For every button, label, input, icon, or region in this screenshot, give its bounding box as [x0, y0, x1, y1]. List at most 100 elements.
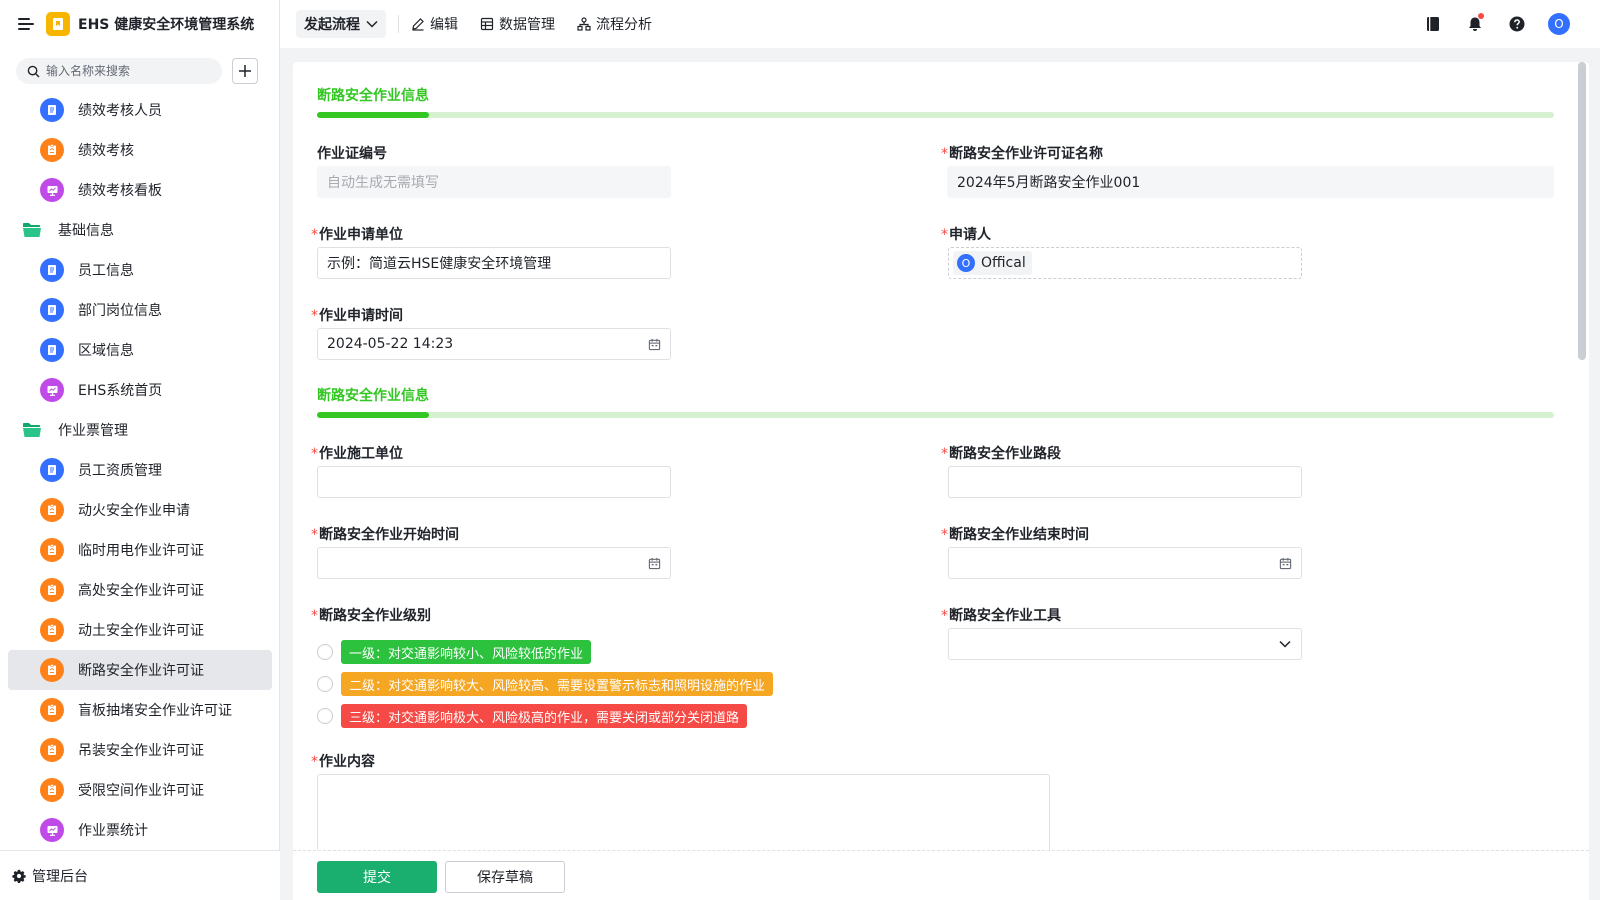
save-draft-button[interactable]: 保存草稿 [445, 861, 565, 893]
sidebar-item[interactable]: 绩效考核 [8, 130, 272, 170]
sidebar-item[interactable]: EHS系统首页 [8, 370, 272, 410]
process-analysis-button[interactable]: 流程分析 [577, 14, 652, 34]
level-option[interactable]: 二级：对交通影响较大、风险较高、需要设置警示标志和照明设施的作业 [317, 672, 774, 696]
sidebar-item-label: 盲板抽堵安全作业许可证 [78, 703, 232, 719]
launch-process-button[interactable]: 发起流程 [296, 10, 386, 38]
form-icon [40, 258, 64, 282]
start-time-field[interactable] [317, 547, 671, 579]
sidebar-item[interactable]: 断路安全作业许可证 [8, 650, 272, 690]
sidebar-item[interactable]: 员工资质管理 [8, 450, 272, 490]
pencil-icon [412, 18, 424, 31]
add-button[interactable] [232, 58, 258, 84]
permit-name-label-text: 断路安全作业许可证名称 [949, 146, 1103, 162]
sidebar-item-label: 断路安全作业许可证 [78, 663, 204, 679]
permit-name-field[interactable]: 2024年5月断路安全作业001 [947, 166, 1554, 198]
workflow-icon [40, 698, 64, 722]
admin-label: 管理后台 [32, 868, 88, 885]
sidebar-item[interactable]: 动火安全作业申请 [8, 490, 272, 530]
applicant-label-text: 申请人 [949, 227, 991, 243]
sidebar-item-label: 绩效考核看板 [78, 183, 162, 199]
edit-button[interactable]: 编辑 [411, 14, 458, 34]
apply-unit-label-text: 作业申请单位 [319, 227, 403, 243]
section1-progress [317, 112, 1554, 118]
sidebar-search-row [16, 58, 258, 84]
search-box[interactable] [16, 58, 222, 84]
sidebar-item[interactable]: 受限空间作业许可证 [8, 770, 272, 810]
notification-button[interactable] [1464, 13, 1486, 35]
workflow-icon [40, 498, 64, 522]
sidebar-folder[interactable]: 作业票管理 [8, 410, 272, 450]
sidebar-item[interactable]: 吊装安全作业许可证 [8, 730, 272, 770]
permit-name-label: *断路安全作业许可证名称 [941, 143, 1103, 163]
level-option-label: 三级：对交通影响极大、风险极高的作业，需要关闭或部分关闭道路 [341, 704, 748, 728]
workflow-icon [40, 658, 64, 682]
folder-icon [22, 422, 42, 438]
sidebar-item[interactable]: 作业票统计 [8, 810, 272, 850]
form-scrollbar[interactable] [1578, 62, 1586, 360]
applicant-field[interactable]: O Offical [948, 247, 1302, 279]
folder-icon [22, 222, 42, 238]
data-management-button[interactable]: 数据管理 [480, 14, 555, 34]
sidebar-folder[interactable]: 基础信息 [8, 210, 272, 250]
end-time-label-text: 断路安全作业结束时间 [949, 527, 1089, 543]
sidebar-item[interactable]: 区域信息 [8, 330, 272, 370]
sidebar-item-label: 区域信息 [78, 343, 134, 359]
level-radio[interactable] [317, 676, 333, 692]
process-analysis-label: 流程分析 [596, 17, 652, 33]
level-label: *断路安全作业级别 [311, 605, 431, 625]
user-avatar-button[interactable]: O [1548, 13, 1570, 35]
required-mark: * [941, 146, 948, 162]
submit-button[interactable]: 提交 [317, 861, 437, 893]
road-section-field[interactable] [948, 466, 1302, 498]
sidebar-item-label: 基础信息 [58, 223, 114, 239]
content-label-text: 作业内容 [319, 754, 375, 770]
applicant-avatar: O [957, 254, 975, 272]
level-radio[interactable] [317, 708, 333, 724]
sidebar-item-label: 作业票管理 [58, 423, 128, 439]
sidebar-item[interactable]: 盲板抽堵安全作业许可证 [8, 690, 272, 730]
book-icon [1427, 17, 1439, 31]
sidebar-item-label: 高处安全作业许可证 [78, 583, 204, 599]
form-icon [40, 458, 64, 482]
section2-title: 断路安全作业信息 [317, 388, 429, 404]
sidebar-item[interactable]: 绩效考核人员 [8, 90, 272, 130]
end-time-label: *断路安全作业结束时间 [941, 524, 1089, 544]
tool-select[interactable] [948, 628, 1302, 660]
construct-unit-field[interactable] [317, 466, 671, 498]
sidebar-item[interactable]: 部门岗位信息 [8, 290, 272, 330]
required-mark: * [311, 754, 318, 770]
sidebar-item[interactable]: 临时用电作业许可证 [8, 530, 272, 570]
level-option[interactable]: 三级：对交通影响极大、风险极高的作业，需要关闭或部分关闭道路 [317, 704, 748, 728]
apply-unit-field[interactable]: 示例：简道云HSE健康安全环境管理 [317, 247, 671, 279]
cert-no-label-text: 作业证编号 [317, 146, 387, 162]
sidebar-item[interactable]: 高处安全作业许可证 [8, 570, 272, 610]
sidebar-item[interactable]: 动土安全作业许可证 [8, 610, 272, 650]
sidebar-item[interactable]: 员工信息 [8, 250, 272, 290]
menu-toggle-icon[interactable] [18, 17, 34, 31]
apply-time-field[interactable]: 2024-05-22 14:23 [317, 328, 671, 360]
level-option[interactable]: 一级：对交通影响较小、风险较低的作业 [317, 640, 592, 664]
start-time-label-text: 断路安全作业开始时间 [319, 527, 459, 543]
required-mark: * [311, 446, 318, 462]
sidebar-item-label: EHS系统首页 [78, 383, 163, 399]
level-radio[interactable] [317, 644, 333, 660]
applicant-chip[interactable]: O Offical [953, 251, 1032, 275]
tool-label-text: 断路安全作业工具 [949, 608, 1061, 624]
sidebar-nav: 绩效考核人员 绩效考核绩效考核看板基础信息员工信息 部门岗位信息区域信息 EHS系统首… [8, 90, 272, 850]
search-input[interactable] [46, 64, 216, 78]
data-management-label: 数据管理 [499, 17, 555, 33]
workflow-icon [40, 738, 64, 762]
chevron-down-icon [1279, 640, 1291, 648]
book-button[interactable] [1422, 13, 1444, 35]
form-icon [40, 298, 64, 322]
sidebar-item-label: 员工资质管理 [78, 463, 162, 479]
cert-no-label: 作业证编号 [317, 143, 387, 163]
sidebar-item[interactable]: 绩效考核看板 [8, 170, 272, 210]
apply-unit-value: 示例：简道云HSE健康安全环境管理 [327, 256, 552, 272]
end-time-field[interactable] [948, 547, 1302, 579]
calendar-icon [648, 338, 661, 351]
dashboard-icon [40, 378, 64, 402]
workflow-icon [40, 138, 64, 162]
admin-link[interactable]: 管理后台 [0, 850, 280, 900]
help-button[interactable] [1506, 13, 1528, 35]
